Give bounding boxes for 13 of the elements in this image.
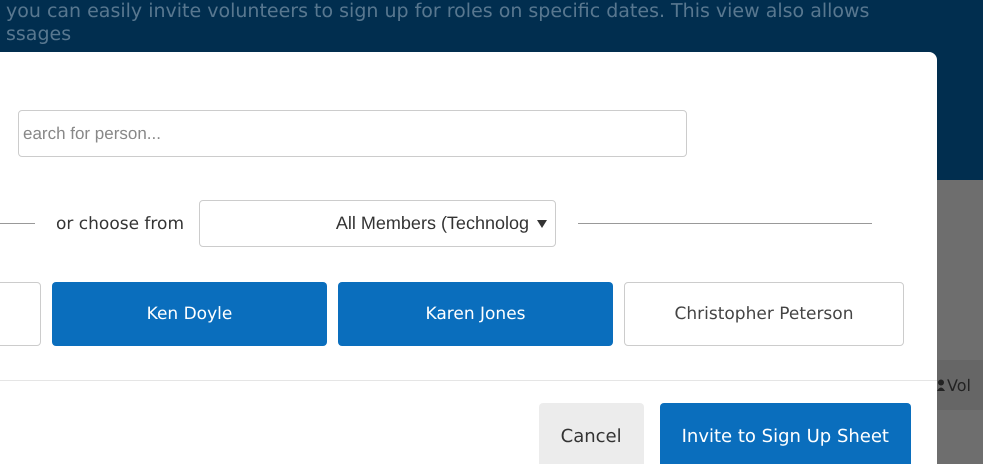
invite-button[interactable]: Invite to Sign Up Sheet [660, 403, 911, 464]
group-select[interactable]: All Members (Technolog [199, 200, 556, 247]
intro-text: you can easily invite volunteers to sign up for roles on specific dates. This view also allows [6, 0, 870, 23]
person-icon [937, 379, 945, 391]
choose-label: or choose from [56, 214, 184, 234]
person-button[interactable]: Ken Doyle [52, 282, 327, 346]
intro-text: ssages [6, 23, 72, 46]
caret-icon [537, 220, 547, 228]
search-field[interactable]: earch for person... [18, 110, 687, 157]
person-button[interactable]: Christopher Peterson [624, 282, 904, 346]
person-button[interactable]: Karen Jones [338, 282, 613, 346]
column-label: Vol [947, 376, 971, 394]
cancel-button[interactable]: Cancel [538, 403, 644, 464]
